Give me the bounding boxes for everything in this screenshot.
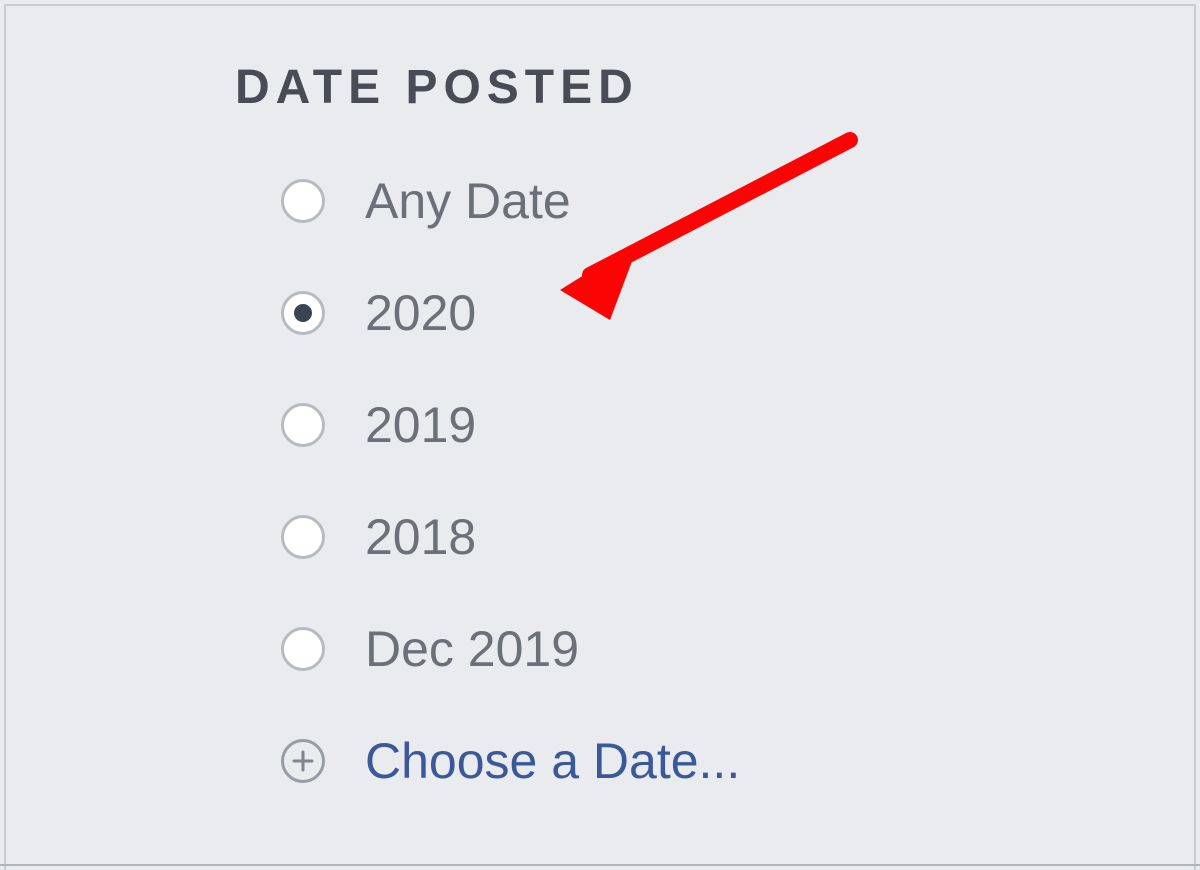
option-any-date[interactable]: Any Date xyxy=(235,145,740,257)
panel-bottom-line xyxy=(0,864,1200,866)
filter-heading: DATE POSTED xyxy=(235,60,740,115)
radio-icon xyxy=(281,515,325,559)
option-label: 2018 xyxy=(365,508,476,566)
choose-date-link[interactable]: Choose a Date... xyxy=(235,705,740,817)
option-label: 2020 xyxy=(365,284,476,342)
radio-icon xyxy=(281,291,325,335)
radio-icon xyxy=(281,179,325,223)
option-2019[interactable]: 2019 xyxy=(235,369,740,481)
choose-date-label: Choose a Date... xyxy=(365,732,740,790)
date-posted-filter: DATE POSTED Any Date 2020 2019 2018 Dec … xyxy=(235,60,740,817)
plus-icon xyxy=(281,739,325,783)
option-label: Any Date xyxy=(365,172,571,230)
option-dec-2019[interactable]: Dec 2019 xyxy=(235,593,740,705)
radio-icon xyxy=(281,403,325,447)
radio-icon xyxy=(281,627,325,671)
option-2018[interactable]: 2018 xyxy=(235,481,740,593)
option-2020[interactable]: 2020 xyxy=(235,257,740,369)
option-label: 2019 xyxy=(365,396,476,454)
option-label: Dec 2019 xyxy=(365,620,579,678)
